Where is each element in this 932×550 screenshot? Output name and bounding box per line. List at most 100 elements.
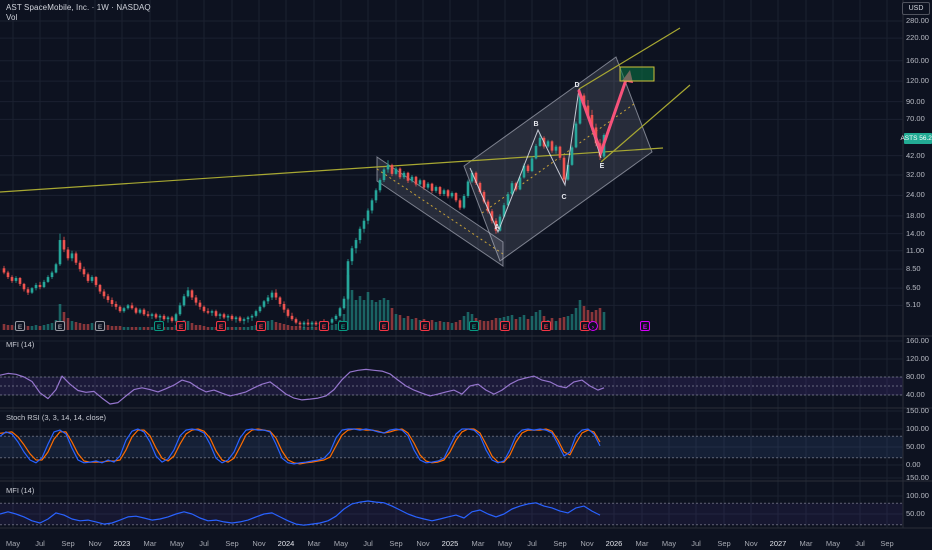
volume-bar <box>358 296 362 330</box>
earnings-marker-icon[interactable]: E <box>256 321 266 332</box>
volume-bar <box>86 324 90 330</box>
earnings-marker-icon[interactable]: E <box>176 321 186 332</box>
earnings-marker-icon[interactable]: E <box>15 321 25 332</box>
stoch-axis-label: 50.00 <box>906 442 925 451</box>
volume-bar <box>374 302 378 330</box>
volume-bar <box>230 327 234 330</box>
time-axis-label: May <box>825 539 841 548</box>
volume-bar <box>286 325 290 330</box>
volume-bar <box>478 320 482 330</box>
volume-bar <box>442 322 446 330</box>
volume-bar <box>330 325 334 330</box>
volume-bar <box>462 316 466 330</box>
svg-text:E: E <box>544 324 549 331</box>
time-axis-label: Jul <box>691 539 701 548</box>
earnings-marker-icon[interactable]: E <box>469 321 479 332</box>
time-axis-label: May <box>497 539 513 548</box>
candle <box>90 277 94 281</box>
candle <box>442 190 446 194</box>
time-axis-label: Sep <box>225 539 239 548</box>
earnings-marker-icon[interactable]: E <box>500 321 510 332</box>
volume-bar <box>122 327 126 330</box>
volume-bar <box>466 312 470 330</box>
stoch-rsi-panel-label[interactable]: Stoch RSI (3, 3, 14, 14, close) <box>6 413 106 422</box>
volume-bar <box>410 319 414 330</box>
volume-bar <box>186 321 190 330</box>
svg-text:E: E <box>423 324 428 331</box>
chart-canvas[interactable]: A B C D E E E E E E E E E E E E E E E E › E <box>0 0 932 550</box>
volume-bar <box>438 321 442 330</box>
volume-bar <box>550 318 554 330</box>
earnings-marker-icon[interactable]: E <box>55 321 65 332</box>
candle <box>454 193 458 201</box>
volume-bar <box>26 326 30 330</box>
candle <box>58 240 62 265</box>
volume-bar <box>294 326 298 330</box>
candle <box>302 322 306 325</box>
earnings-marker-icon[interactable]: E <box>379 321 389 332</box>
mfi-panel-label[interactable]: MFI (14) <box>6 340 34 349</box>
time-axis-label: May <box>5 539 21 548</box>
earnings-marker-icon[interactable]: E <box>338 321 348 332</box>
earnings-marker-icon[interactable]: E <box>95 321 105 332</box>
time-axis-label: Mar <box>799 539 813 548</box>
candle <box>298 322 302 325</box>
candle <box>358 228 362 241</box>
svg-text:E: E <box>18 324 23 331</box>
price-axis-label: 220.00 <box>906 33 929 43</box>
wave-label-a: A <box>494 224 499 231</box>
volume-bar <box>266 321 270 330</box>
candle <box>462 196 466 208</box>
volume-bar <box>434 322 438 330</box>
volume-bar <box>274 322 278 330</box>
candle <box>18 277 22 284</box>
stoch-axis-label: 150.00 <box>906 406 929 415</box>
candle <box>238 317 242 321</box>
usd-currency-button[interactable]: USD <box>902 2 930 15</box>
earnings-marker-icon[interactable]: › <box>588 321 598 332</box>
candle <box>126 305 130 309</box>
candle <box>74 253 78 263</box>
earnings-marker-icon[interactable]: E <box>319 321 329 332</box>
candle <box>314 322 318 325</box>
candle <box>450 193 454 197</box>
volume-bar <box>494 318 498 330</box>
candle <box>78 262 82 270</box>
svg-text:E: E <box>472 324 477 331</box>
candle <box>30 288 34 293</box>
candle <box>466 181 470 197</box>
volume-bar <box>246 327 250 330</box>
price-target-box[interactable] <box>619 66 655 82</box>
earnings-marker-icon[interactable]: E <box>541 321 551 332</box>
volume-bar <box>42 325 46 330</box>
candle <box>46 277 50 282</box>
price-axis-label: 90.00 <box>906 96 925 106</box>
volume-bar <box>118 326 122 330</box>
earnings-marker-icon[interactable]: E <box>154 321 164 332</box>
time-axis-label: Mar <box>307 539 321 548</box>
candle <box>134 308 138 313</box>
price-axis-label: 8.50 <box>906 264 921 274</box>
symbol-legend[interactable]: AST SpaceMobile, Inc. · 1W · NASDAQ <box>6 3 151 12</box>
volume-legend[interactable]: Vol <box>6 13 17 22</box>
earnings-marker-icon[interactable]: E <box>420 321 430 332</box>
earnings-marker-icon[interactable]: E <box>640 321 650 332</box>
wave-label-d: D <box>574 82 579 89</box>
volume-bar <box>126 327 130 330</box>
mfi2-panel-label[interactable]: MFI (14) <box>6 486 34 495</box>
candle <box>242 319 246 321</box>
volume-bar <box>50 323 54 330</box>
time-axis-year-label: 2027 <box>769 539 787 548</box>
volume-bar <box>170 327 174 330</box>
earnings-marker-icon[interactable]: E <box>216 321 226 332</box>
volume-bar <box>210 327 214 330</box>
time-axis-label: Nov <box>416 539 430 548</box>
stoch-axis-label: 0.00 <box>906 460 921 469</box>
candle <box>190 290 194 298</box>
candle <box>162 315 166 320</box>
candle <box>98 284 102 292</box>
volume-bar <box>106 325 110 330</box>
volume-bar <box>166 327 170 330</box>
candle <box>382 169 386 181</box>
volume-bar <box>354 300 358 330</box>
